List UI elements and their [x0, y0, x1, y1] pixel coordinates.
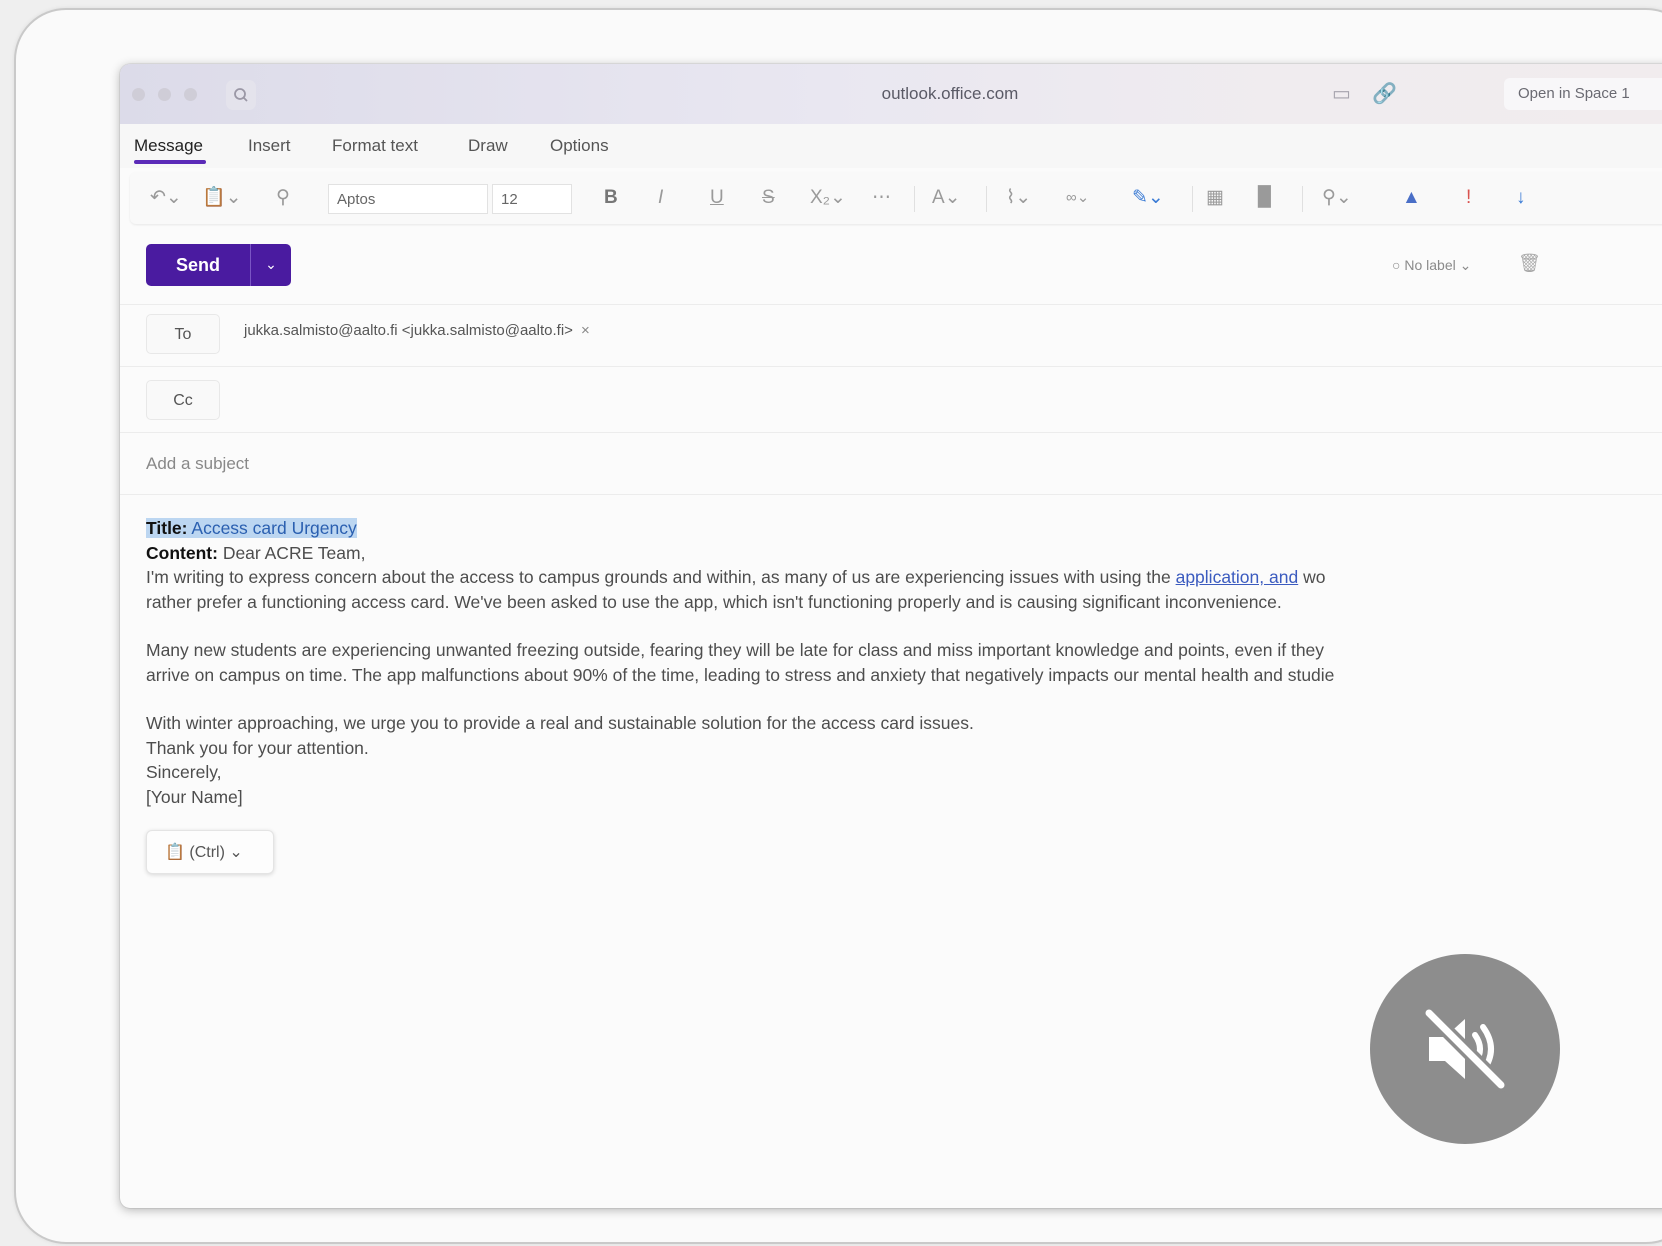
body-paragraph-line: rather prefer a functioning access card.… [146, 591, 1282, 612]
link-icon[interactable]: 🔗 [1372, 81, 1397, 106]
font-name-select[interactable]: Aptos [328, 184, 488, 214]
more-icon[interactable]: ⋯ [872, 187, 891, 209]
send-button[interactable]: Send [146, 244, 250, 286]
underline-icon[interactable]: U [710, 187, 724, 209]
clipboard-icon: 📋 [165, 844, 185, 861]
cc-button[interactable]: Cc [146, 380, 220, 420]
paste-options-button[interactable]: 📋 (Ctrl) ⌄ [146, 830, 274, 874]
chart-icon[interactable]: ▉ [1258, 187, 1273, 209]
remove-recipient-icon[interactable]: × [581, 322, 590, 339]
sensitivity-label[interactable]: ○ No label ⌄ [1392, 257, 1471, 274]
window-minimize-dot[interactable] [158, 88, 171, 101]
tab-options[interactable]: Options [550, 136, 609, 156]
address-bar[interactable]: outlook.office.com [720, 84, 1180, 104]
body-p1-tail: wo [1303, 567, 1326, 587]
label-icon: ○ [1392, 257, 1401, 273]
muted-speaker-icon [1422, 1006, 1508, 1092]
chevron-down-icon: ⌄ [265, 256, 277, 272]
send-options-button[interactable]: ⌄ [250, 244, 291, 286]
format-painter-icon[interactable]: ⚲ [276, 187, 290, 209]
body-p1-link[interactable]: application, and [1176, 567, 1299, 587]
search-icon[interactable] [226, 80, 256, 110]
active-tab-indicator [134, 160, 206, 164]
signature-icon[interactable]: ✎⌄ [1132, 187, 1164, 209]
toolbar-divider [914, 186, 915, 212]
toolbar-divider [986, 186, 987, 212]
window-zoom-dot[interactable] [184, 88, 197, 101]
subject-field[interactable]: Add a subject [146, 454, 249, 474]
toolbar-divider [1302, 186, 1303, 212]
body-signature: [Your Name] [146, 786, 243, 807]
body-title-label: Title: [146, 518, 188, 538]
paste-options-label: (Ctrl) [189, 844, 225, 861]
to-button[interactable]: To [146, 314, 220, 354]
body-paragraph-line: I'm writing to express concern about the… [146, 565, 1662, 590]
formatting-toolbar: ↶⌄ 📋⌄ ⚲ Aptos 12 B I U S X₂⌄ ⋯ A⌄ ⌇⌄ ∞⌄ … [130, 172, 1662, 224]
body-title-line: Title: Access card Urgency [146, 516, 1662, 541]
subscript-icon[interactable]: X₂⌄ [810, 187, 846, 209]
divider [120, 494, 1662, 495]
muted-speaker-overlay[interactable] [1370, 954, 1560, 1144]
divider [120, 366, 1662, 367]
body-content-label: Content: [146, 542, 218, 563]
pin-icon[interactable]: ▲ [1402, 187, 1421, 209]
divider [120, 304, 1662, 305]
body-p1-text: I'm writing to express concern about the… [146, 567, 1171, 587]
undo-icon[interactable]: ↶⌄ [150, 187, 182, 209]
styles-icon[interactable]: A⌄ [932, 187, 961, 209]
body-closing: Sincerely, [146, 762, 222, 782]
tab-insert[interactable]: Insert [248, 136, 291, 156]
reader-icon[interactable]: ▭ [1332, 81, 1351, 106]
italic-icon[interactable]: I [658, 187, 663, 209]
high-importance-icon[interactable]: ! [1466, 187, 1471, 209]
tab-format-text[interactable]: Format text [332, 136, 418, 156]
tab-draw[interactable]: Draw [468, 136, 508, 156]
message-body[interactable]: Title: Access card Urgency Content: Dear… [146, 516, 1662, 809]
window-close-dot[interactable] [132, 88, 145, 101]
tab-message[interactable]: Message [134, 136, 203, 156]
recipient-address: jukka.salmisto@aalto.fi <jukka.salmisto@… [244, 322, 573, 339]
editor-icon[interactable]: ⚲⌄ [1322, 187, 1352, 209]
divider [120, 432, 1662, 433]
link-insert-icon[interactable]: ∞⌄ [1066, 187, 1089, 209]
body-thanks: Thank you for your attention. [146, 737, 369, 758]
body-paragraph-line: With winter approaching, we urge you to … [146, 713, 974, 733]
table-icon[interactable]: ▦ [1206, 187, 1224, 209]
body-paragraph-line: Many new students are experiencing unwan… [146, 640, 1325, 660]
body-content-line: Content: Dear ACRE Team, [146, 541, 1662, 566]
bold-icon[interactable]: B [604, 187, 618, 209]
body-title-value: Access card Urgency [191, 518, 357, 538]
toolbar-divider [1192, 186, 1193, 212]
discard-icon[interactable]: 🗑 [1518, 253, 1541, 274]
strikethrough-icon[interactable]: S [762, 187, 775, 209]
font-size-select[interactable]: 12 [492, 184, 572, 214]
body-greeting: Dear ACRE Team, [222, 542, 366, 563]
open-in-space-button[interactable]: Open in Space 1 [1504, 78, 1662, 110]
recipient-chip[interactable]: jukka.salmisto@aalto.fi <jukka.salmisto@… [244, 322, 590, 339]
chevron-down-icon: ⌄ [229, 844, 243, 861]
chevron-down-icon: ⌄ [1459, 257, 1472, 273]
attach-icon[interactable]: ⌇⌄ [1006, 187, 1031, 209]
sensitivity-label-text: No label [1404, 257, 1456, 273]
body-paragraph-line: arrive on campus on time. The app malfun… [146, 664, 1335, 685]
low-importance-icon[interactable]: ↓ [1516, 187, 1526, 209]
browser-titlebar: outlook.office.com ▭ 🔗 Open in Space 1 [120, 64, 1662, 124]
clipboard-icon[interactable]: 📋⌄ [202, 187, 242, 209]
